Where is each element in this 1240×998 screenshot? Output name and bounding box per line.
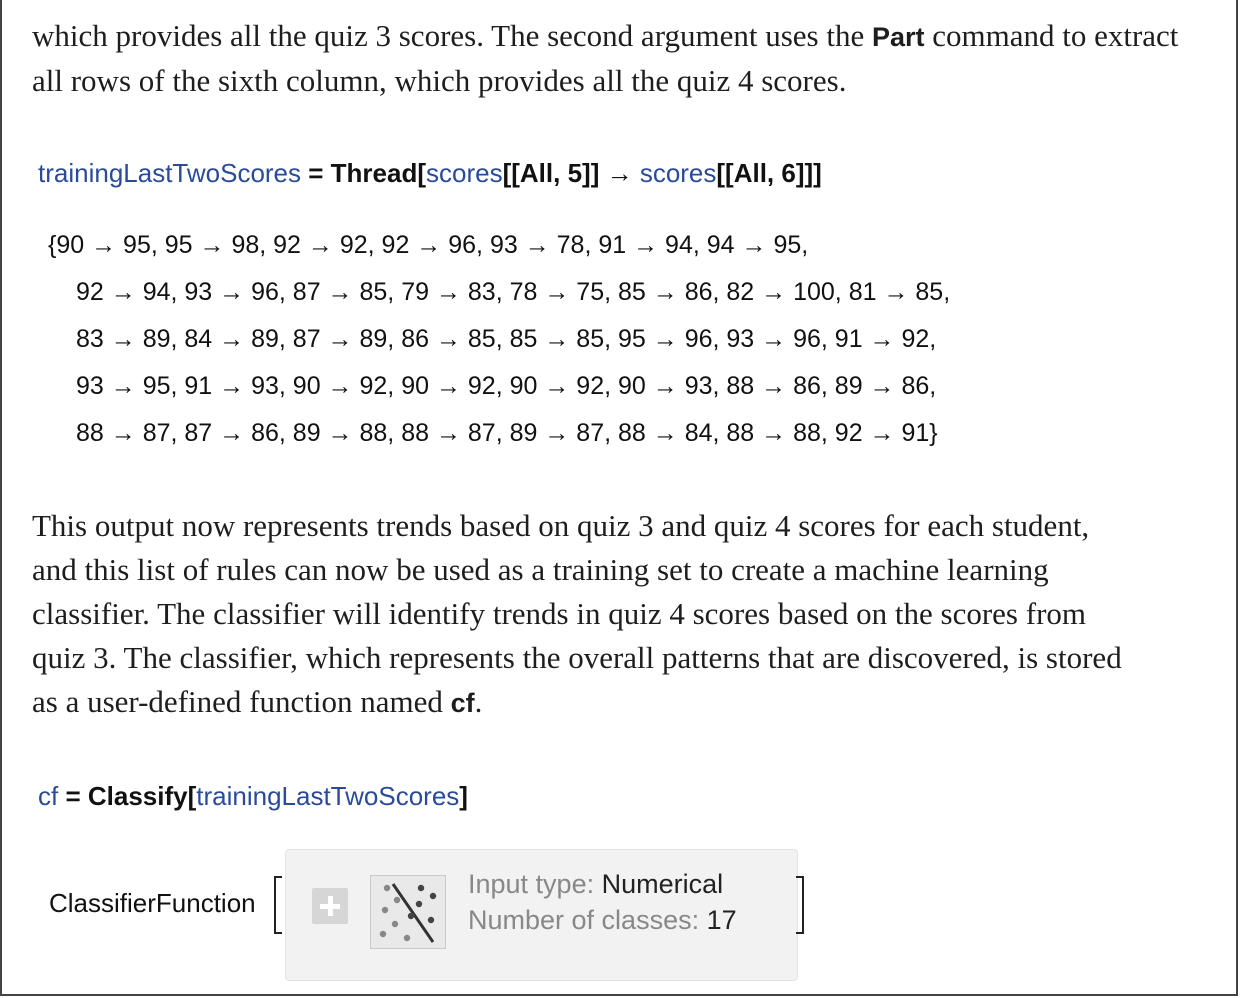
left-bracket bbox=[274, 876, 282, 934]
code-function: Classify[ bbox=[87, 781, 197, 811]
input-type-label: Input type: bbox=[468, 869, 602, 899]
input-cell-thread[interactable]: trainingLastTwoScores = Thread[scores[[A… bbox=[38, 158, 822, 189]
scatter-icon-graphic bbox=[379, 883, 437, 943]
input-type-value: Numerical bbox=[601, 869, 724, 899]
paragraph-line: as a user-defined function named cf. bbox=[32, 680, 1212, 725]
output-line: 93 → 95, 91 → 93, 90 → 92, 90 → 92, 90 →… bbox=[76, 372, 937, 400]
code-part: [[All, 5]] → bbox=[502, 158, 640, 188]
text-span: which provides all the quiz 3 scores. Th… bbox=[32, 18, 872, 53]
part-command-bold: Part bbox=[871, 22, 925, 52]
right-bracket bbox=[796, 876, 804, 934]
classes-value: 17 bbox=[706, 905, 737, 935]
output-line: 88 → 87, 87 → 86, 89 → 88, 88 → 87, 89 →… bbox=[76, 419, 938, 447]
text-span: as a user-defined function named bbox=[32, 684, 451, 719]
paragraph-line: all rows of the sixth column, which prov… bbox=[32, 63, 847, 98]
symbol-cf: cf bbox=[38, 781, 59, 811]
cf-bold: cf bbox=[450, 688, 475, 718]
input-cell-classify[interactable]: cf = Classify[trainingLastTwoScores] bbox=[38, 781, 468, 812]
symbol-training-last-two-scores: trainingLastTwoScores bbox=[196, 781, 460, 811]
plus-icon[interactable] bbox=[312, 888, 348, 924]
paragraph-line: This output now represents trends based … bbox=[32, 508, 1090, 543]
output-line: 92 → 94, 93 → 96, 87 → 85, 79 → 83, 78 →… bbox=[76, 278, 951, 306]
paragraph-line: quiz 3. The classifier, which represents… bbox=[32, 640, 1122, 675]
code-part: [[All, 6]]] bbox=[716, 158, 822, 188]
text-span: command to extract bbox=[924, 18, 1179, 53]
classes-row: Number of classes: 17 bbox=[468, 905, 737, 936]
output-cell-rules: {90 → 95, 95 → 98, 92 → 92, 92 → 96, 93 … bbox=[48, 222, 950, 457]
symbol-training-last-two-scores: trainingLastTwoScores bbox=[38, 158, 302, 188]
text-span: . bbox=[474, 684, 483, 719]
code-operator: = bbox=[58, 781, 88, 811]
output-line: {90 → 95, 95 → 98, 92 → 92, 92 → 96, 93 … bbox=[48, 231, 809, 259]
symbol-scores: scores bbox=[426, 158, 503, 188]
paragraph-quiz-scores: which provides all the quiz 3 scores. Th… bbox=[32, 14, 1212, 103]
classes-label: Number of classes: bbox=[468, 905, 707, 935]
page-frame bbox=[0, 0, 1238, 996]
symbol-scores: scores bbox=[639, 158, 717, 188]
classifier-function-head: ClassifierFunction bbox=[49, 888, 256, 918]
code-bracket: ] bbox=[459, 781, 468, 811]
paragraph-classifier: This output now represents trends based … bbox=[32, 504, 1212, 725]
code-function: Thread[ bbox=[330, 158, 427, 188]
output-line: 83 → 89, 84 → 89, 87 → 89, 86 → 85, 85 →… bbox=[76, 325, 937, 353]
paragraph-line: classifier. The classifier will identify… bbox=[32, 596, 1086, 631]
classifier-scatter-icon bbox=[370, 875, 446, 949]
code-operator: = bbox=[301, 158, 331, 188]
paragraph-line: which provides all the quiz 3 scores. Th… bbox=[32, 14, 1212, 59]
input-type-row: Input type: Numerical bbox=[468, 869, 723, 900]
paragraph-line: and this list of rules can now be used a… bbox=[32, 552, 1049, 587]
